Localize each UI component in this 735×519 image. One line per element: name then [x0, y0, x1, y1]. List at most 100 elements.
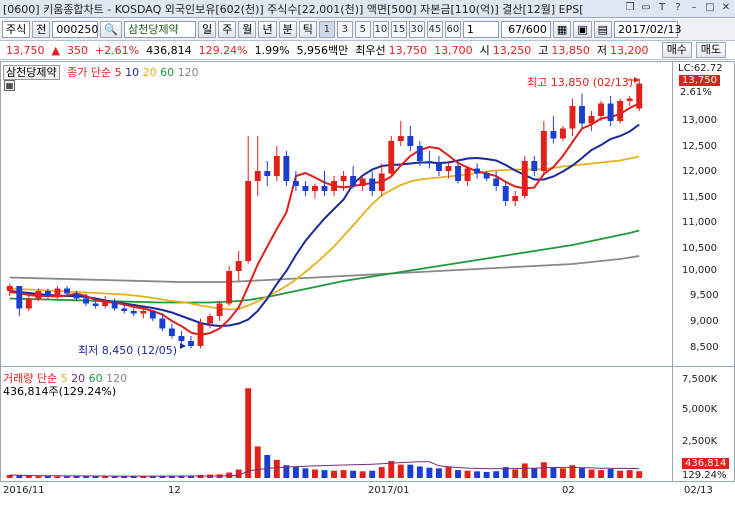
- trade-volume: 436,814: [146, 43, 192, 57]
- volume-bar: [378, 467, 385, 478]
- high-price: 13,850: [551, 43, 590, 57]
- volume-ratio: 129.24%: [198, 43, 248, 57]
- min-arrow-head: [180, 343, 186, 349]
- candle-body: [331, 181, 337, 191]
- candle-body: [521, 161, 528, 196]
- volume-bar: [540, 462, 547, 478]
- candle-body: [102, 301, 109, 306]
- interval-input[interactable]: 1: [462, 21, 499, 38]
- print-icon[interactable]: ▤: [593, 21, 613, 38]
- stock-name-field[interactable]: 삼천당제약: [124, 21, 197, 38]
- candle-body: [216, 303, 223, 316]
- minimize-icon[interactable]: –: [687, 1, 701, 15]
- volume-bar: [426, 467, 433, 478]
- volume-bar: [512, 469, 519, 478]
- volume-bar: [340, 470, 347, 478]
- ma120-legend: 120: [177, 66, 199, 79]
- volume-bar: [607, 468, 614, 478]
- candle-body: [407, 136, 414, 146]
- volume-bar: [235, 469, 242, 478]
- candle-body: [617, 101, 624, 121]
- min-price-note: 최저 8,450 (12/05): [78, 344, 178, 357]
- candle-body: [569, 106, 576, 129]
- candle-body: [245, 181, 252, 261]
- candle-body: [140, 311, 147, 314]
- interval-45[interactable]: 45: [426, 21, 443, 38]
- high-label: 고: [538, 44, 549, 57]
- candle-body: [464, 168, 471, 181]
- volume-current: 436,814주(129.24%): [3, 385, 117, 398]
- volume-bar: [588, 469, 595, 478]
- save-icon[interactable]: ▣: [573, 21, 592, 38]
- candle-body: [350, 176, 357, 186]
- volume-bar: [312, 469, 318, 478]
- volume-bar: [44, 475, 51, 478]
- interval-15[interactable]: 15: [390, 21, 407, 38]
- buy-button[interactable]: 매수: [661, 42, 692, 58]
- volume-bar: [626, 470, 633, 478]
- max-price-note: 최고 13,850 (02/13): [527, 76, 634, 89]
- candle-body: [312, 186, 318, 191]
- config-icon[interactable]: T: [655, 1, 669, 15]
- volume-bar: [521, 463, 528, 478]
- chart-area[interactable]: 삼천당제약 종가 단순 5 10 20 60 120 ▦ 최고 13,850 (…: [0, 61, 735, 516]
- date-input[interactable]: 2017/02/13: [614, 21, 681, 38]
- ma20-legend: 20: [142, 66, 157, 79]
- interval-10[interactable]: 10: [372, 21, 389, 38]
- interval-60[interactable]: 60: [444, 21, 461, 38]
- volume-bar: [350, 470, 357, 478]
- sell-button[interactable]: 매도: [695, 42, 726, 58]
- help-icon[interactable]: ?: [671, 1, 685, 15]
- vol-tick-5000k: 5,000K: [682, 404, 718, 415]
- window-controls: ❐ ▭ T ? – □ ✕: [623, 1, 733, 15]
- candle-body: [83, 298, 90, 304]
- period-week[interactable]: 주: [218, 21, 237, 38]
- candle-body: [73, 293, 80, 299]
- best-ask: 13,700: [434, 43, 473, 57]
- candle-body: [378, 173, 385, 191]
- turnover-rate: 1.99%: [254, 43, 290, 57]
- candle-body: [273, 156, 280, 176]
- period-day[interactable]: 일: [198, 21, 217, 38]
- interval-5[interactable]: 5: [354, 21, 371, 38]
- interval-3[interactable]: 3: [336, 21, 353, 38]
- volume-bar: [25, 475, 32, 478]
- interval-30[interactable]: 30: [408, 21, 425, 38]
- current-price: 13,750: [6, 43, 45, 57]
- volume-bar: [292, 467, 299, 478]
- search-icon[interactable]: 🔍: [100, 21, 123, 38]
- candle-body: [579, 106, 585, 124]
- period-minute[interactable]: 분: [278, 21, 297, 38]
- maximize-icon[interactable]: □: [703, 1, 717, 15]
- candle-body: [340, 176, 347, 181]
- candle-body: [493, 178, 500, 186]
- y-tick-13000: 13,000: [682, 115, 717, 126]
- x-label-2016-11: 2016/11: [3, 485, 45, 496]
- prev-button[interactable]: 전: [32, 21, 51, 38]
- count-input[interactable]: 67/600: [500, 21, 551, 38]
- interval-1[interactable]: 1: [318, 21, 335, 38]
- candle-body: [559, 128, 566, 139]
- candle-body: [359, 178, 366, 186]
- zoom-icon[interactable]: ▦: [552, 21, 572, 38]
- period-month[interactable]: 월: [238, 21, 257, 38]
- price-change: 350: [66, 43, 88, 57]
- period-year[interactable]: 년: [258, 21, 277, 38]
- pin-icon[interactable]: ▭: [639, 1, 653, 15]
- stock-chart-svg[interactable]: [0, 61, 735, 516]
- period-tick[interactable]: 틱: [298, 21, 317, 38]
- candle-body: [254, 171, 261, 181]
- window-titlebar: [0600] 키움종합차트 - KOSDAQ 외국인보유[602(천)] 주식수…: [0, 0, 735, 18]
- close-icon[interactable]: ✕: [719, 1, 733, 15]
- restore-icon[interactable]: ❐: [623, 1, 637, 15]
- candle-body: [6, 286, 13, 291]
- candle-body: [540, 131, 547, 171]
- ma10-legend: 10: [125, 66, 140, 79]
- candle-body: [483, 173, 490, 179]
- price-panel-title[interactable]: 삼천당제약: [3, 65, 60, 80]
- market-select[interactable]: 주식: [2, 21, 31, 38]
- candle-body: [92, 303, 99, 306]
- stock-code-input[interactable]: 000250: [52, 21, 99, 38]
- grid-icon[interactable]: ▦: [4, 80, 15, 91]
- volume-bar: [369, 470, 376, 478]
